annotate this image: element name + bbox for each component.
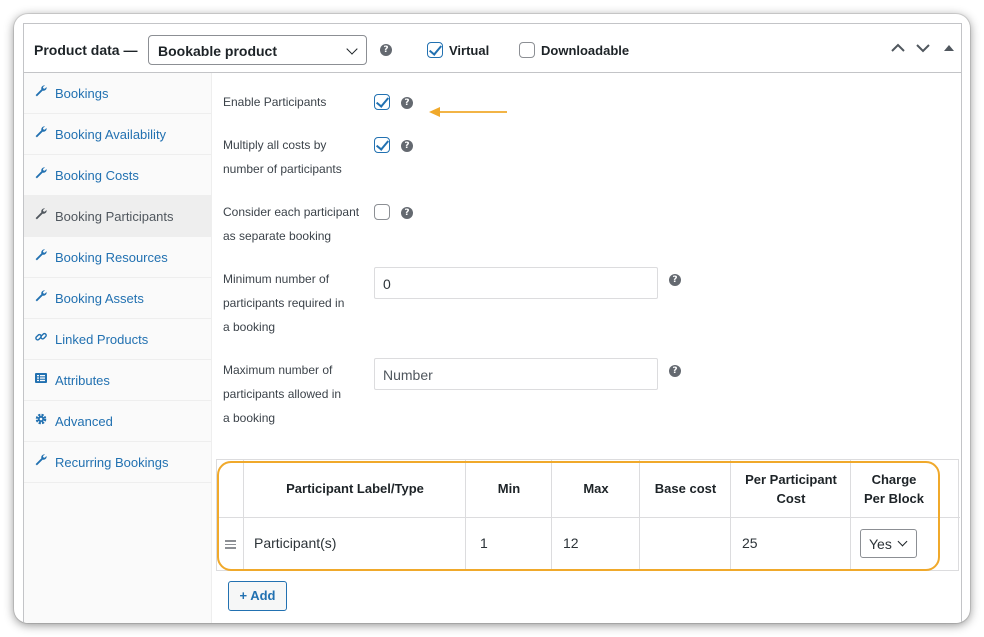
downloadable-checkbox[interactable] [519,42,535,58]
separate-booking-checkbox[interactable] [374,204,390,220]
column-header-min: Min [497,481,521,496]
list-icon [35,373,47,383]
wrench-icon [35,454,47,466]
help-icon[interactable]: ? [380,44,392,56]
downloadable-label: Downloadable [541,43,630,58]
virtual-checkbox[interactable] [427,42,443,58]
enable-participants-checkbox[interactable] [374,94,390,110]
help-icon[interactable]: ? [669,365,681,377]
product-type-value: Bookable product [158,43,278,59]
sidebar-item-attributes[interactable]: Attributes [24,360,212,401]
product-data-header: Product data — Bookable product ? Virtua… [24,24,961,73]
collapse-toggle-icon[interactable] [939,38,959,58]
column-header-label-type: Participant Label/Type [286,481,424,496]
sidebar-item-label: Advanced [55,414,113,429]
wrench-icon [35,249,47,261]
chevron-down-icon [897,536,908,547]
participant-min-cell[interactable]: 1 [480,535,488,551]
sidebar-item-booking-resources[interactable]: Booking Resources [24,237,212,278]
column-header-base-cost: Base cost [654,481,717,496]
min-participants-label: Minimum number of participants required … [223,272,345,334]
separate-booking-label: Consider each participant as separate bo… [223,205,360,243]
charge-per-block-select[interactable]: Yes [860,529,917,558]
product-data-tabs: Bookings Booking Availability Booking Co… [24,73,212,623]
participant-per-cost-cell[interactable]: 25 [742,535,758,551]
drag-handle-icon[interactable] [225,540,236,551]
sidebar-item-recurring-bookings[interactable]: Recurring Bookings [24,442,212,483]
chevron-down-icon [346,43,358,55]
sidebar-item-booking-costs[interactable]: Booking Costs [24,155,212,196]
help-icon[interactable]: ? [401,207,413,219]
arrow-annotation-icon [429,107,507,117]
wrench-icon [35,208,47,220]
help-icon[interactable]: ? [669,274,681,286]
help-icon[interactable]: ? [401,97,413,109]
sidebar-item-label: Booking Participants [55,209,174,224]
wrench-icon [35,290,47,302]
participant-max-cell[interactable]: 12 [563,535,579,551]
sidebar-item-booking-assets[interactable]: Booking Assets [24,278,212,319]
sidebar-item-linked-products[interactable]: Linked Products [24,319,212,360]
move-down-icon[interactable] [913,38,933,58]
product-data-title: Product data — [34,42,138,58]
sidebar-item-booking-participants[interactable]: Booking Participants [24,196,212,237]
product-type-select[interactable]: Bookable product [148,35,367,65]
sidebar-item-label: Booking Assets [55,291,144,306]
sidebar-item-label: Linked Products [55,332,149,347]
column-header-per-participant-cost: Per Participant Cost [745,472,837,506]
charge-per-block-value: Yes [869,536,892,552]
sidebar-item-label: Bookings [55,86,109,101]
wrench-icon [35,85,47,97]
max-participants-label: Maximum number of participants allowed i… [223,363,342,425]
min-participants-input[interactable]: 0 [374,267,658,299]
multiply-costs-label: Multiply all costs by number of particip… [223,138,342,176]
column-header-charge-per-block: Charge Per Block [864,472,924,506]
participant-types-table: Participant Label/Type Min Max Base cost… [216,459,960,571]
screenshot-frame: Product data — Bookable product ? Virtua… [14,14,970,623]
sidebar-item-booking-availability[interactable]: Booking Availability [24,114,212,155]
sidebar-item-bookings[interactable]: Bookings [24,73,212,114]
gear-icon [35,413,47,425]
sidebar-item-label: Attributes [55,373,110,388]
link-icon [35,332,47,341]
sidebar-item-label: Booking Costs [55,168,139,183]
enable-participants-label: Enable Participants [223,95,327,109]
product-data-panel: Product data — Bookable product ? Virtua… [23,23,962,623]
participant-label-cell[interactable]: Participant(s) [254,535,336,551]
add-participant-button[interactable]: + Add [228,581,287,611]
sidebar-item-label: Recurring Bookings [55,455,169,470]
wrench-icon [35,126,47,138]
virtual-label: Virtual [449,43,490,58]
wrench-icon [35,167,47,179]
sidebar-item-advanced[interactable]: Advanced [24,401,212,442]
help-icon[interactable]: ? [401,140,413,152]
move-up-icon[interactable] [888,38,908,58]
sidebar-item-label: Booking Resources [55,250,168,265]
multiply-costs-checkbox[interactable] [374,137,390,153]
sidebar-item-label: Booking Availability [55,127,167,142]
max-participants-input[interactable]: Number [374,358,658,390]
column-header-max: Max [583,481,609,496]
